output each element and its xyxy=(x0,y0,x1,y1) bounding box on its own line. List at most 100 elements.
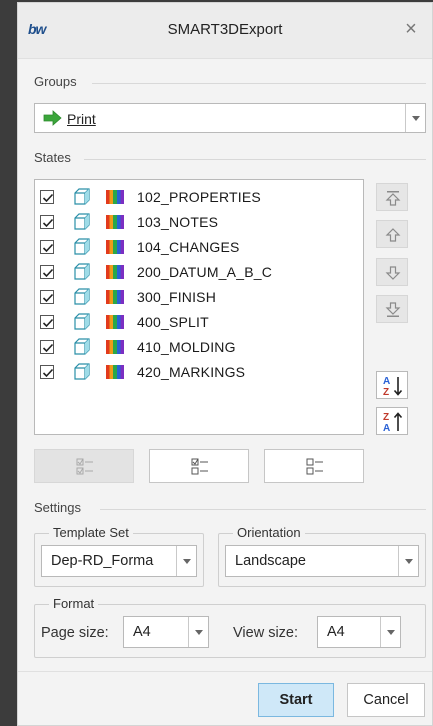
cube-icon xyxy=(74,338,90,355)
chevron-down-icon[interactable] xyxy=(405,104,425,132)
format-legend: Format xyxy=(49,596,99,611)
template-set-legend: Template Set xyxy=(49,525,133,540)
groups-selected-value: Print xyxy=(67,111,96,127)
state-row[interactable]: 400_SPLIT xyxy=(35,310,363,335)
cube-icon xyxy=(74,238,90,255)
view-size-value: A4 xyxy=(327,624,345,640)
state-label: 410_MOLDING xyxy=(137,339,236,355)
invert-selection-icon xyxy=(191,458,208,475)
close-icon[interactable]: × xyxy=(400,17,422,41)
select-all-button[interactable] xyxy=(34,449,134,483)
move-down-icon xyxy=(385,266,401,280)
sort-ascending-button[interactable]: A Z xyxy=(376,371,408,399)
states-divider xyxy=(84,159,426,160)
format-group: Format Page size: A4 View size: A4 xyxy=(34,596,426,658)
state-checkbox[interactable] xyxy=(40,340,54,354)
move-bottom-icon xyxy=(385,302,401,317)
page-size-label: Page size: xyxy=(41,625,109,641)
settings-divider xyxy=(100,509,426,510)
color-spectrum-icon xyxy=(106,315,124,329)
cube-icon xyxy=(74,363,90,380)
color-spectrum-icon xyxy=(106,365,124,379)
deselect-all-button[interactable] xyxy=(264,449,364,483)
deselect-all-icon xyxy=(306,458,323,475)
settings-label: Settings xyxy=(34,500,81,515)
state-checkbox[interactable] xyxy=(40,365,54,379)
cube-icon xyxy=(74,213,90,230)
title-bar: bw SMART3DExport × xyxy=(18,3,432,59)
color-spectrum-icon xyxy=(106,290,124,304)
move-bottom-button[interactable] xyxy=(376,295,408,323)
invert-selection-button[interactable] xyxy=(149,449,249,483)
move-top-icon xyxy=(385,191,401,206)
orientation-value: Landscape xyxy=(235,553,306,569)
chevron-down-icon[interactable] xyxy=(380,617,400,647)
svg-text:A: A xyxy=(383,423,390,434)
state-checkbox[interactable] xyxy=(40,190,54,204)
sort-za-icon: Z A xyxy=(383,412,403,434)
color-spectrum-icon xyxy=(106,215,124,229)
svg-text:A: A xyxy=(383,376,390,387)
state-row[interactable]: 102_PROPERTIES xyxy=(35,185,363,210)
states-label: States xyxy=(34,150,71,165)
state-row[interactable]: 104_CHANGES xyxy=(35,235,363,260)
template-set-group: Template Set Dep-RD_Forma xyxy=(34,525,204,587)
move-up-button[interactable] xyxy=(376,220,408,248)
state-label: 103_NOTES xyxy=(137,214,219,230)
cube-icon xyxy=(74,188,90,205)
state-row[interactable]: 200_DATUM_A_B_C xyxy=(35,260,363,285)
select-all-icon xyxy=(76,458,93,475)
cancel-button[interactable]: Cancel xyxy=(347,683,425,717)
template-set-dropdown[interactable]: Dep-RD_Forma xyxy=(41,545,197,577)
page-size-dropdown[interactable]: A4 xyxy=(123,616,209,648)
state-checkbox[interactable] xyxy=(40,240,54,254)
state-checkbox[interactable] xyxy=(40,315,54,329)
move-top-button[interactable] xyxy=(376,183,408,211)
window-title: SMART3DExport xyxy=(167,21,283,38)
page-size-value: A4 xyxy=(133,624,151,640)
chevron-down-icon[interactable] xyxy=(398,546,418,576)
state-row[interactable]: 300_FINISH xyxy=(35,285,363,310)
sort-az-icon: A Z xyxy=(383,376,403,398)
move-down-button[interactable] xyxy=(376,258,408,286)
state-row[interactable]: 410_MOLDING xyxy=(35,335,363,360)
chevron-down-icon[interactable] xyxy=(176,546,196,576)
state-row[interactable]: 103_NOTES xyxy=(35,210,363,235)
states-list[interactable]: 102_PROPERTIES 103_NOTES 104_CHANGES 200_DA… xyxy=(34,179,364,435)
state-row[interactable]: 420_MARKINGS xyxy=(35,360,363,385)
groups-label: Groups xyxy=(34,74,77,89)
view-size-dropdown[interactable]: A4 xyxy=(317,616,401,648)
orientation-dropdown[interactable]: Landscape xyxy=(225,545,419,577)
state-label: 102_PROPERTIES xyxy=(137,189,261,205)
color-spectrum-icon xyxy=(106,190,124,204)
footer-divider xyxy=(18,671,432,672)
cube-icon xyxy=(74,263,90,280)
svg-text:Z: Z xyxy=(383,387,389,398)
state-label: 400_SPLIT xyxy=(137,314,209,330)
state-checkbox[interactable] xyxy=(40,290,54,304)
orientation-group: Orientation Landscape xyxy=(218,525,426,587)
state-checkbox[interactable] xyxy=(40,215,54,229)
svg-text:Z: Z xyxy=(383,412,389,423)
color-spectrum-icon xyxy=(106,340,124,354)
state-checkbox[interactable] xyxy=(40,265,54,279)
move-up-icon xyxy=(385,228,401,242)
state-label: 200_DATUM_A_B_C xyxy=(137,264,273,280)
smart3dexport-dialog: bw SMART3DExport × Groups Print States 1… xyxy=(17,2,433,726)
template-set-value: Dep-RD_Forma xyxy=(51,553,154,569)
state-label: 104_CHANGES xyxy=(137,239,240,255)
color-spectrum-icon xyxy=(106,240,124,254)
state-label: 300_FINISH xyxy=(137,289,217,305)
sort-descending-button[interactable]: Z A xyxy=(376,407,408,435)
color-spectrum-icon xyxy=(106,265,124,279)
orientation-legend: Orientation xyxy=(233,525,305,540)
cube-icon xyxy=(74,313,90,330)
state-label: 420_MARKINGS xyxy=(137,364,246,380)
groups-dropdown[interactable]: Print xyxy=(34,103,426,133)
chevron-down-icon[interactable] xyxy=(188,617,208,647)
view-size-label: View size: xyxy=(233,625,299,641)
cube-icon xyxy=(74,288,90,305)
green-arrow-icon xyxy=(43,110,62,126)
groups-divider xyxy=(92,83,426,84)
start-button[interactable]: Start xyxy=(258,683,334,717)
